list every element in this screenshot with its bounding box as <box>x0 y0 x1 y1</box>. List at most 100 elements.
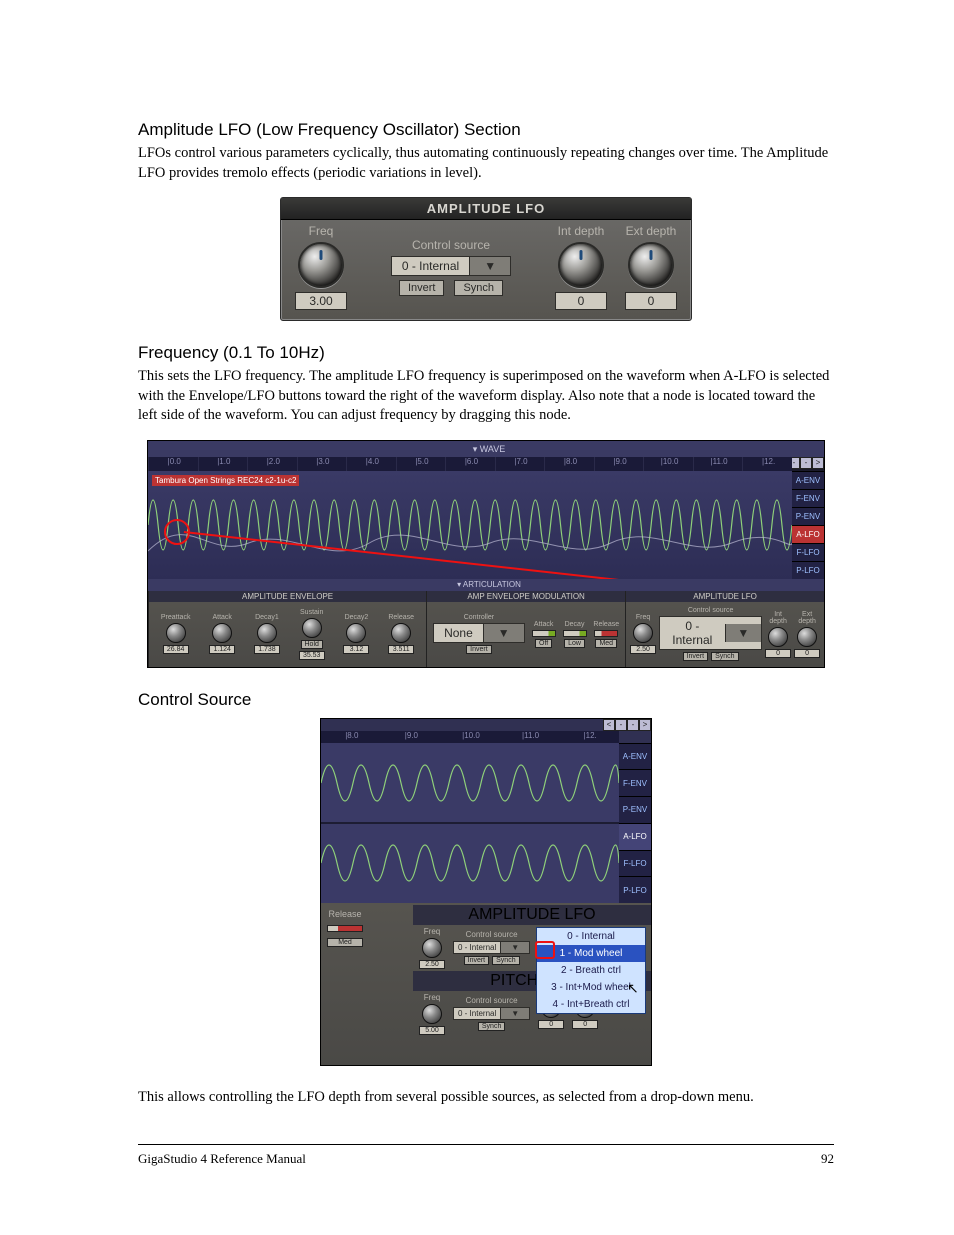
ext-depth-knob[interactable] <box>797 627 817 647</box>
tab-p-lfo[interactable]: P-LFO <box>792 561 824 579</box>
env-label: Decay1 <box>255 614 279 621</box>
freq-value[interactable]: 2.50 <box>419 960 445 969</box>
control-source-menu[interactable]: 0 - Internal1 - Mod wheel2 - Breath ctrl… <box>536 927 646 1014</box>
tab-a-env[interactable]: A-ENV <box>792 471 824 489</box>
env-knob[interactable] <box>257 623 277 643</box>
int-depth-value[interactable]: 0 <box>555 292 607 310</box>
control-source-dropdown[interactable]: 0 - Internal ▼ <box>391 256 511 276</box>
ctrl-src-dropdown[interactable]: 0 - Internal▼ <box>659 616 762 650</box>
chevron-down-icon[interactable]: ▼ <box>483 624 524 642</box>
ext-depth-value[interactable]: 0 <box>572 1020 598 1029</box>
tab-a-lfo[interactable]: A-LFO <box>792 525 824 543</box>
ext-depth-knob[interactable] <box>628 242 674 288</box>
articulation-header[interactable]: ▾ ARTICULATION <box>148 579 824 591</box>
decay-slider[interactable] <box>563 630 587 637</box>
env-knob[interactable] <box>302 618 322 638</box>
int-depth-value[interactable]: 0 <box>765 649 791 658</box>
env-value[interactable]: 26.84 <box>163 645 189 654</box>
tab-p-env[interactable]: P-ENV <box>619 796 651 823</box>
int-depth-knob[interactable] <box>768 627 788 647</box>
wave-ruler: |8.0|9.0|10.0|11.0|12. <box>321 731 619 743</box>
chevron-down-icon[interactable]: ▼ <box>725 624 762 642</box>
int-depth-value[interactable]: 0 <box>538 1020 564 1029</box>
freq-knob[interactable] <box>422 1004 442 1024</box>
env-value[interactable]: 35.53 <box>299 651 325 660</box>
freq-value[interactable]: 5.00 <box>419 1026 445 1035</box>
ctrl-src-dropdown[interactable]: 0 - Internal▼ <box>453 941 530 954</box>
env-knob[interactable] <box>212 623 232 643</box>
amp-lfo-title: AMPLITUDE LFO <box>626 591 824 602</box>
para-frequency: This sets the LFO frequency. The amplitu… <box>138 367 834 426</box>
chevron-down-icon[interactable]: ▼ <box>500 942 529 953</box>
heading-frequency: Frequency (0.1 To 10Hz) <box>138 343 834 363</box>
env-label: Preattack <box>161 614 191 621</box>
freq-knob[interactable] <box>422 938 442 958</box>
synch-button[interactable]: Synch <box>454 280 503 296</box>
wave-header[interactable]: ▾ WAVE <box>148 441 824 457</box>
env-knob[interactable] <box>166 623 186 643</box>
ruler-tick: |5.0 <box>396 457 446 471</box>
decay-mode[interactable]: Low <box>564 639 585 648</box>
invert-button[interactable]: Invert <box>683 652 709 661</box>
release-mode[interactable]: Med <box>595 639 617 648</box>
tab-f-env[interactable]: F-ENV <box>619 769 651 796</box>
ruler-tick: |9.0 <box>381 731 441 743</box>
freq-label: Freq <box>636 614 650 621</box>
wave-nav[interactable]: <--> <box>603 719 651 731</box>
tab-p-lfo[interactable]: P-LFO <box>619 876 651 903</box>
ruler-tick: |3.0 <box>297 457 347 471</box>
tab-p-env[interactable]: P-ENV <box>792 507 824 525</box>
freq-value[interactable]: 2.50 <box>630 645 656 654</box>
ext-depth-value[interactable]: 0 <box>794 649 820 658</box>
envelope-tabs[interactable]: A-ENVF-ENVP-ENVA-LFOF-LFOP-LFO <box>619 743 651 903</box>
env-knob[interactable] <box>346 623 366 643</box>
cursor-icon: ↖ <box>627 980 639 997</box>
attack-mode[interactable]: Off <box>535 639 552 648</box>
ruler-tick: |8.0 <box>544 457 594 471</box>
int-depth-knob[interactable] <box>558 242 604 288</box>
menu-item[interactable]: 2 - Breath ctrl <box>537 962 645 979</box>
release-slider[interactable] <box>327 925 363 932</box>
env-label: Attack <box>212 614 231 621</box>
env-value[interactable]: 1.738 <box>254 645 280 654</box>
env-value[interactable]: 1.124 <box>209 645 235 654</box>
ext-depth-value[interactable]: 0 <box>625 292 677 310</box>
invert-button[interactable]: Invert <box>399 280 445 296</box>
ruler-tick: |11.0 <box>693 457 743 471</box>
chevron-down-icon[interactable]: ▼ <box>500 1008 529 1019</box>
invert-button[interactable]: Invert <box>464 956 490 965</box>
heading-control-source: Control Source <box>138 690 834 710</box>
chevron-down-icon[interactable]: ▼ <box>469 257 510 275</box>
menu-item[interactable]: 4 - Int+Breath ctrl <box>537 996 645 1013</box>
freq-value[interactable]: 3.00 <box>295 292 347 310</box>
controller-dropdown[interactable]: None▼ <box>433 623 525 643</box>
decay-label: Decay <box>565 621 585 628</box>
waveform-editor: ▾ WAVE <--> |0.0|1.0|2.0|3.0|4.0|5.0|6.0… <box>147 440 825 668</box>
freq-knob[interactable] <box>298 242 344 288</box>
env-knob[interactable] <box>391 623 411 643</box>
wave-body[interactable] <box>321 743 619 903</box>
invert-button[interactable]: Invert <box>466 645 492 654</box>
tab-a-env[interactable]: A-ENV <box>619 743 651 770</box>
ctrl-src-dropdown[interactable]: 0 - Internal▼ <box>453 1007 530 1020</box>
attack-slider[interactable] <box>532 630 556 637</box>
tab-f-lfo[interactable]: F-LFO <box>792 543 824 561</box>
ruler-tick: |0.0 <box>148 457 198 471</box>
release-mode[interactable]: Med <box>327 938 363 947</box>
freq-knob[interactable] <box>633 623 653 643</box>
tab-f-lfo[interactable]: F-LFO <box>619 850 651 877</box>
ruler-tick: |6.0 <box>445 457 495 471</box>
envelope-tabs[interactable]: A-ENVF-ENVP-ENVA-LFOF-LFOP-LFO <box>792 471 824 579</box>
env-value[interactable]: 3.12 <box>343 645 369 654</box>
synch-button[interactable]: Synch <box>711 652 738 661</box>
synch-button[interactable]: Synch <box>492 956 519 965</box>
env-value[interactable]: 3.511 <box>388 645 414 654</box>
tab-a-lfo[interactable]: A-LFO <box>619 823 651 850</box>
tab-f-env[interactable]: F-ENV <box>792 489 824 507</box>
int-depth-label: Int depth <box>765 611 791 625</box>
int-depth-label: Int depth <box>558 224 605 238</box>
hold-button[interactable]: Hold <box>301 640 323 649</box>
ruler-tick: |7.0 <box>495 457 545 471</box>
release-slider[interactable] <box>594 630 618 637</box>
synch-button[interactable]: Synch <box>478 1022 505 1031</box>
